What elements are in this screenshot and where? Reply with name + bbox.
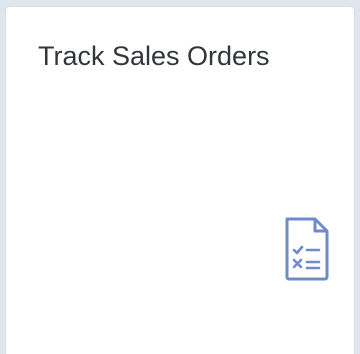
task-list-icon	[281, 215, 333, 283]
launchpad-area: Track Sales Orders	[0, 0, 360, 354]
tile-title: Track Sales Orders	[38, 41, 270, 71]
track-sales-orders-tile[interactable]: Track Sales Orders	[6, 7, 354, 354]
